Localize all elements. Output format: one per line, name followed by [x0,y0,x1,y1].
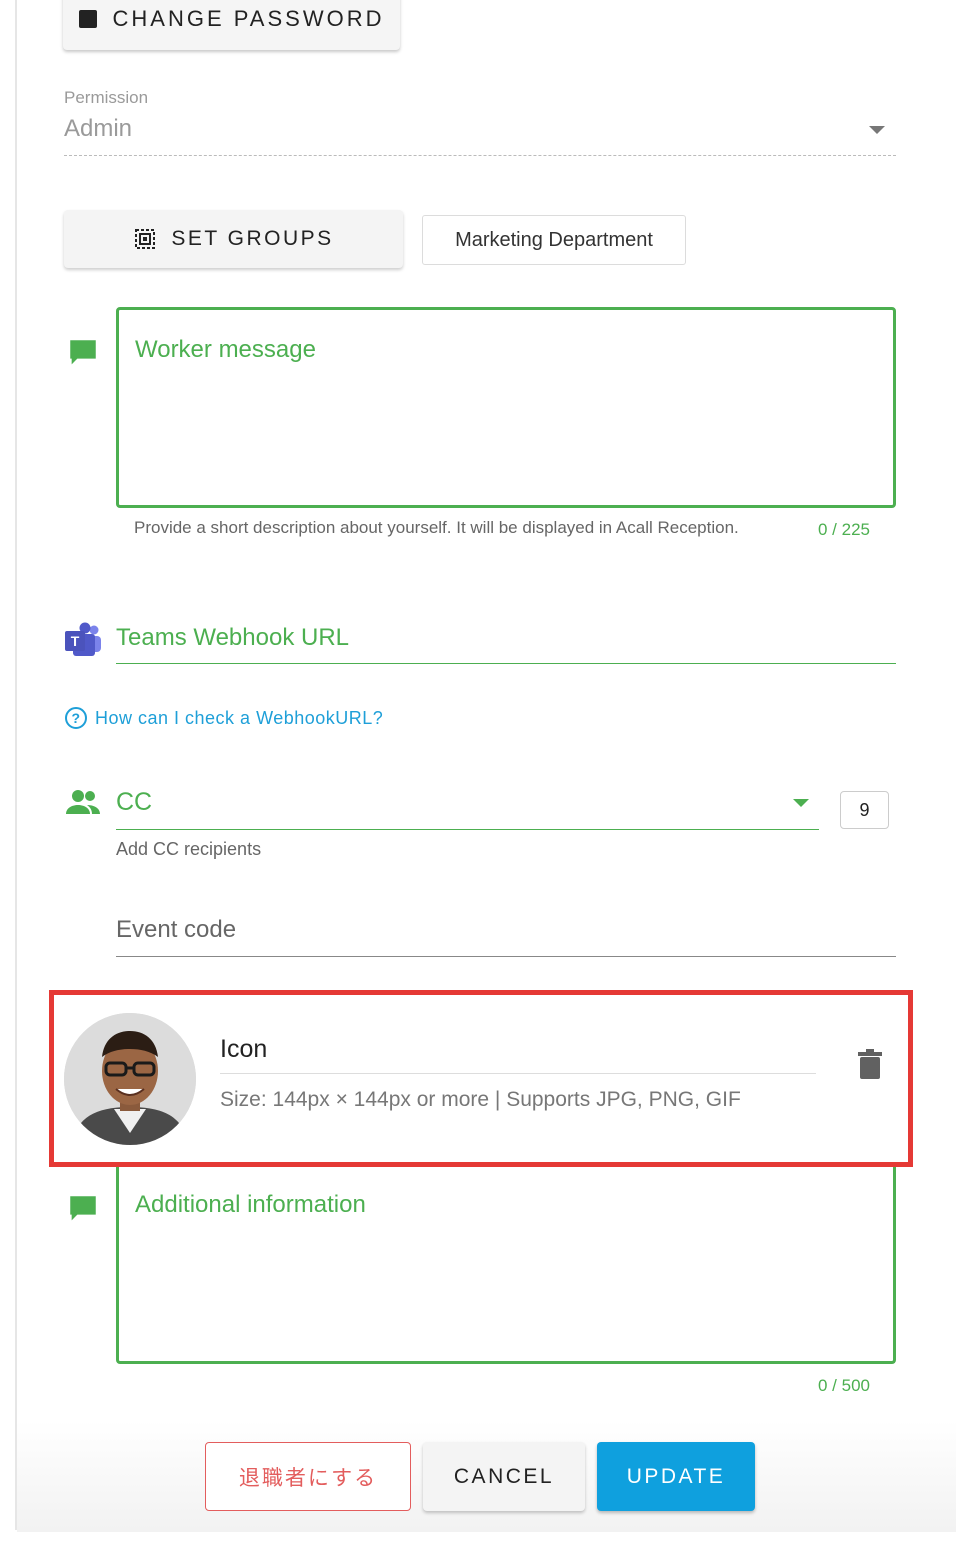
retire-button[interactable]: 退職者にする [205,1442,411,1511]
icon-upload-section: Icon Size: 144px × 144px or more | Suppo… [49,990,913,1167]
additional-information-counter: 0 / 500 [818,1376,870,1395]
set-groups-label: SET GROUPS [171,227,334,250]
icon-title: Icon [220,1035,268,1063]
people-icon [66,790,100,814]
cc-underline [116,829,819,830]
teams-webhook-underline [116,663,896,664]
change-password-button[interactable]: CHANGE PASSWORD [63,0,400,50]
permission-select[interactable]: Admin [64,115,132,143]
event-code-input[interactable]: Event code [116,916,236,944]
avatar[interactable] [64,1013,196,1145]
additional-information-placeholder: Additional information [135,1191,366,1218]
cc-hint: Add CC recipients [116,839,262,859]
cancel-button[interactable]: CANCEL [423,1442,585,1511]
event-code-underline [116,956,896,957]
chat-bubble-icon [70,340,96,365]
teams-webhook-input[interactable]: Teams Webhook URL [116,624,349,652]
avatar-image [64,1013,196,1145]
worker-message-hint: Provide a short description about yourse… [134,518,739,537]
cc-dropdown-icon[interactable] [793,799,809,807]
worker-message-textarea[interactable]: Worker message [116,307,896,508]
cc-select[interactable]: CC [116,788,152,817]
webhook-help-link[interactable]: ? How can I check a WebhookURL? [65,707,383,729]
change-password-label: CHANGE PASSWORD [112,6,385,31]
microsoft-teams-icon: T [65,622,101,656]
chat-bubble-icon [70,1196,96,1221]
trash-icon[interactable] [857,1049,883,1079]
update-button[interactable]: UPDATE [597,1442,755,1511]
help-icon: ? [65,707,87,729]
permission-label: Permission [64,88,149,107]
worker-message-placeholder: Worker message [135,336,316,363]
set-groups-button[interactable]: SET GROUPS [64,210,403,268]
permission-dropdown-icon[interactable] [869,126,885,134]
group-chip[interactable]: Marketing Department [422,215,686,265]
additional-information-textarea[interactable]: Additional information [116,1167,896,1364]
left-border [15,0,17,1530]
icon-divider [220,1073,816,1074]
cc-count-badge: 9 [840,791,889,829]
permission-underline [64,155,896,156]
group-select-icon [135,229,156,249]
worker-message-counter: 0 / 225 [818,520,870,539]
lock-icon [78,10,97,28]
icon-requirements: Size: 144px × 144px or more | Supports J… [220,1088,741,1111]
svg-text:T: T [71,633,80,649]
webhook-help-text: How can I check a WebhookURL? [95,707,384,728]
